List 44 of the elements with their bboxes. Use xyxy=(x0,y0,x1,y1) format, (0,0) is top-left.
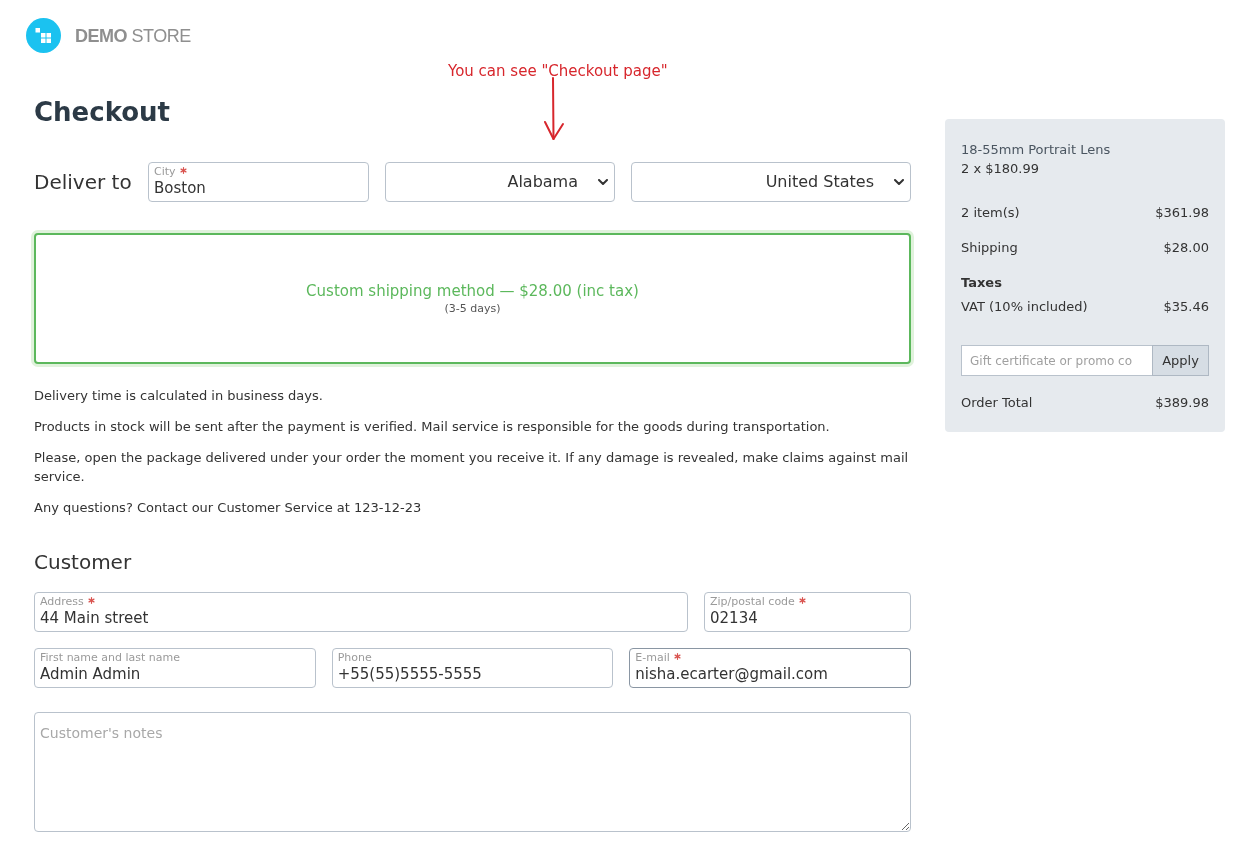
summary-label: VAT (10% included) xyxy=(961,298,1088,316)
summary-amount: $361.98 xyxy=(1155,204,1209,222)
taxes-heading: Taxes xyxy=(961,274,1002,292)
summary-amount: $35.46 xyxy=(1163,298,1209,316)
deliver-to-label: Deliver to xyxy=(34,169,132,196)
info-paragraph: Any questions? Contact our Customer Service at 123-12-23 xyxy=(34,499,423,517)
field-label: Zip/postal code xyxy=(710,596,795,608)
input-field[interactable]: City Boston xyxy=(148,162,369,202)
shipping-duration: (3-5 days) xyxy=(444,300,501,317)
input-field[interactable]: Address 44 Main street xyxy=(34,592,688,632)
info-paragraph: Products in stock will be sent after the payment is verified. Mail service is responsible for the goods during transportation. xyxy=(34,418,831,436)
summary-label: 2 item(s) xyxy=(961,204,1020,222)
input-field[interactable]: Phone +55(55)5555-5555 xyxy=(331,648,614,688)
promo-code-field[interactable]: Gift certificate or promo co xyxy=(961,345,1152,376)
logo-icon xyxy=(26,18,61,53)
field-label: City xyxy=(154,166,176,178)
page-title: Checkout xyxy=(34,96,171,129)
annotation-text: You can see "Checkout page" xyxy=(448,61,668,81)
shipping-option-card[interactable]: Custom shipping method — $28.00 (inc tax) (3-5 days) xyxy=(34,233,911,364)
total-label: Order Total xyxy=(961,394,1033,412)
input-field[interactable]: Zip/postal code 02134 xyxy=(704,592,911,632)
product-name: 18-55mm Portrait Lens xyxy=(961,141,1111,159)
field-label: Phone xyxy=(337,652,372,664)
notes-field[interactable]: Customer's notes xyxy=(34,712,911,832)
chevron-down-icon xyxy=(598,179,608,185)
input-field[interactable]: E-mail nisha.ecarter@gmail.com xyxy=(629,648,911,688)
info-paragraph: Please, open the package delivered under your order the moment you receive it. If any damage is revealed, make claims against mail service. xyxy=(34,449,910,486)
info-paragraph: Delivery time is calculated in business days. xyxy=(34,387,324,405)
summary-amount: $28.00 xyxy=(1163,239,1209,257)
field-label: Address xyxy=(40,596,84,608)
product-quantity-price: 2 x $180.99 xyxy=(961,160,1039,178)
shipping-method-title: Custom shipping method — $28.00 (inc tax) xyxy=(306,280,639,301)
input-field[interactable]: First name and last name Admin Admin xyxy=(34,648,316,688)
logo-text: DEMO STORE xyxy=(75,24,191,47)
down-arrow-icon xyxy=(543,77,565,141)
summary-label: Shipping xyxy=(961,239,1018,257)
section-heading: Customer xyxy=(34,549,132,576)
total-amount: $389.98 xyxy=(1155,394,1209,412)
field-label: E-mail xyxy=(635,652,670,664)
apply-button[interactable]: Apply xyxy=(1152,345,1209,376)
dropdown[interactable]: Alabama xyxy=(385,162,615,202)
chevron-down-icon xyxy=(894,179,904,185)
dropdown[interactable]: United States xyxy=(631,162,911,202)
field-label: First name and last name xyxy=(40,652,181,664)
